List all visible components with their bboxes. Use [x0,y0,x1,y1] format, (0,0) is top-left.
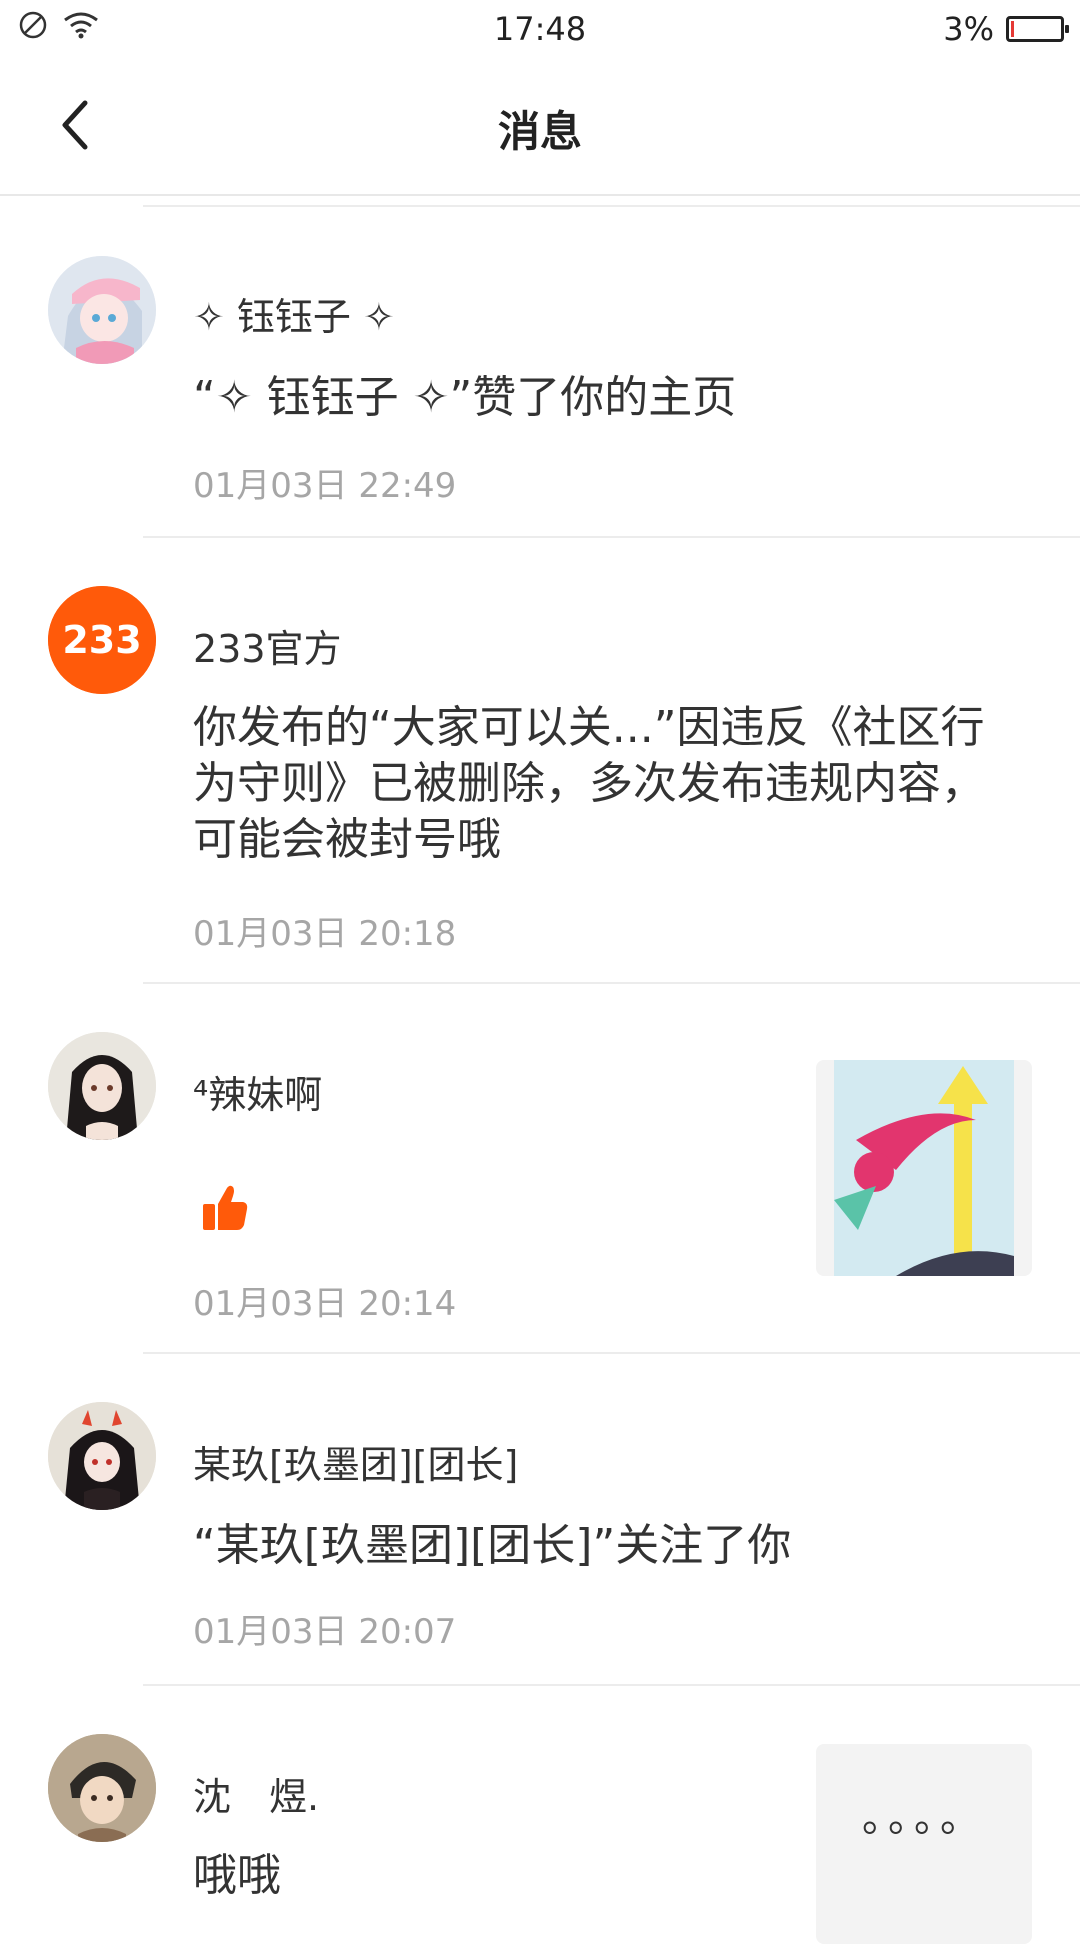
battery-icon [1006,16,1069,42]
message-item[interactable]: ⁴辣妹啊 01月03日 20:14 [0,984,1080,1354]
message-content: 哦哦 [193,1850,281,1901]
avatar[interactable] [48,256,156,364]
message-time: 01月03日 20:07 [193,1612,457,1652]
message-item[interactable]: 某玖[玖墨团][团长] “某玖[玖墨团][团长]”关注了你 01月03日 20:… [0,1354,1080,1686]
avatar[interactable] [48,1734,156,1842]
message-item[interactable]: 沈 煜. 哦哦 。。。。 [0,1686,1080,1944]
sender-name: ✧ 钰钰子 ✧ [193,295,395,339]
post-thumbnail[interactable] [816,1060,1032,1276]
message-content: 你发布的“大家可以关...”因违反《社区行为守则》已被删除，多次发布违规内容，可… [193,702,985,865]
avatar-233-official[interactable]: 233 [48,586,156,694]
thumbnail-text: 。。。。 [862,1795,986,1841]
message-content [193,1178,253,1252]
thumbs-up-icon [193,1185,253,1249]
nav-bar: 消息 [0,58,1080,196]
status-time: 17:48 [493,10,587,48]
avatar[interactable] [48,1402,156,1510]
sender-name: 某玖[玖墨团][团长] [193,1443,519,1487]
sender-name: 沈 煜. [193,1775,320,1819]
message-content: “✧ 钰钰子 ✧”赞了你的主页 [193,372,737,423]
battery-percent: 3% [943,10,994,48]
post-thumbnail[interactable]: 。。。。 [816,1744,1032,1944]
message-item[interactable]: ✧ 钰钰子 ✧ “✧ 钰钰子 ✧”赞了你的主页 01月03日 22:49 [0,206,1080,538]
message-content: “某玖[玖墨团][团长]”关注了你 [193,1520,792,1571]
avatar-text: 233 [62,618,141,662]
message-time: 01月03日 22:49 [193,466,457,506]
avatar[interactable] [48,1032,156,1140]
sender-name: 233官方 [193,627,342,671]
status-bar: 17:48 3% [0,0,1080,58]
message-time: 01月03日 20:18 [193,914,457,954]
message-time: 01月03日 20:14 [193,1284,457,1324]
sender-name: ⁴辣妹啊 [193,1073,323,1117]
message-item[interactable]: 233 233官方 你发布的“大家可以关...”因违反《社区行为守则》已被删除，… [0,538,1080,984]
page-title: 消息 [497,107,582,156]
